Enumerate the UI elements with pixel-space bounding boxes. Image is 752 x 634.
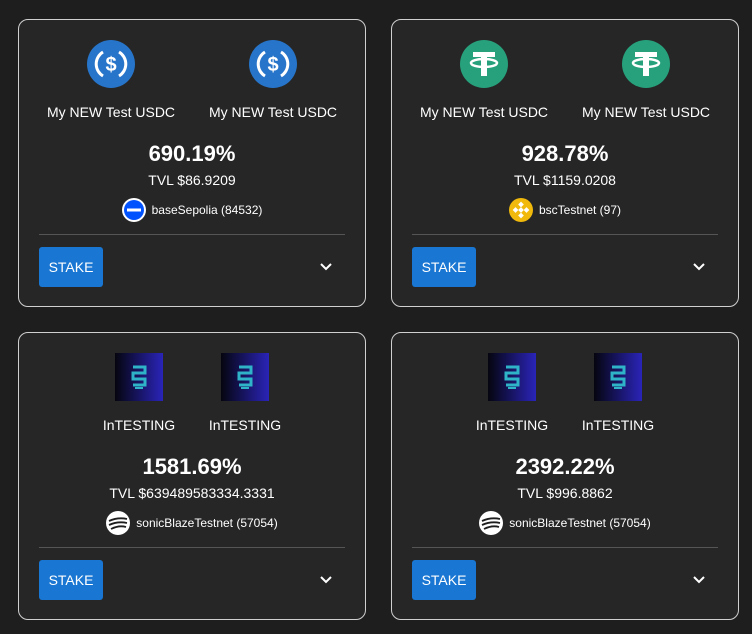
- expand-button[interactable]: [688, 256, 710, 278]
- stake-button[interactable]: STAKE: [412, 560, 476, 600]
- intesting-token-image: [221, 353, 269, 401]
- token-b-name: InTESTING: [208, 417, 282, 433]
- sonic-network-icon: [479, 511, 504, 535]
- intesting-token-image: [115, 353, 163, 401]
- tvl-value: TVL $996.8862: [517, 485, 613, 501]
- pool-card: InTESTING InTESTING 1581.69% TVL $639489…: [18, 332, 366, 620]
- usdc-icon: $: [87, 40, 135, 88]
- apr-value: 2392.22%: [515, 454, 615, 479]
- tether-icon: [622, 40, 670, 88]
- tether-icon: [460, 40, 508, 88]
- bnb-network-icon: [508, 198, 533, 222]
- divider: [39, 547, 345, 548]
- svg-text:$: $: [105, 54, 116, 76]
- stake-button[interactable]: STAKE: [39, 247, 103, 287]
- usdc-icon: $: [249, 40, 297, 88]
- base-network-icon: [121, 198, 146, 222]
- token-b-name: InTESTING: [581, 417, 655, 433]
- apr-value: 690.19%: [148, 141, 236, 166]
- token-b: InTESTING: [565, 353, 671, 433]
- divider: [412, 234, 718, 235]
- token-pair: My NEW Test USDC My NEW Test USDC: [392, 40, 738, 120]
- token-a-name: InTESTING: [475, 417, 549, 433]
- network-badge: sonicBlazeTestnet (57054): [392, 511, 738, 535]
- intesting-token-image: [594, 353, 642, 401]
- token-a-name: InTESTING: [102, 417, 176, 433]
- tvl-value: TVL $639489583334.3331: [109, 485, 275, 501]
- sonic-network-icon: [106, 511, 131, 535]
- apr-value: 928.78%: [521, 141, 609, 166]
- expand-button[interactable]: [315, 569, 337, 591]
- chevron-down-icon: [320, 263, 332, 271]
- intesting-token-image: [488, 353, 536, 401]
- divider: [39, 234, 345, 235]
- pool-card: $ My NEW Test USDC $ My NEW Test USDC 69…: [18, 19, 366, 307]
- token-pair: InTESTING InTESTING: [19, 353, 365, 433]
- tvl-value: TVL $1159.0208: [514, 172, 616, 188]
- tvl-value: TVL $86.9209: [148, 172, 236, 188]
- expand-button[interactable]: [315, 256, 337, 278]
- token-pair: InTESTING InTESTING: [392, 353, 738, 433]
- network-badge: bscTestnet (97): [392, 198, 738, 222]
- token-a-name: My NEW Test USDC: [419, 104, 549, 120]
- token-b: InTESTING: [192, 353, 298, 433]
- token-a: My NEW Test USDC: [403, 40, 565, 120]
- network-label: sonicBlazeTestnet (57054): [509, 516, 651, 530]
- stake-button[interactable]: STAKE: [39, 560, 103, 600]
- network-label: baseSepolia (84532): [151, 203, 263, 217]
- stake-button[interactable]: STAKE: [412, 247, 476, 287]
- token-a: InTESTING: [86, 353, 192, 433]
- network-badge: sonicBlazeTestnet (57054): [19, 511, 365, 535]
- chevron-down-icon: [320, 576, 332, 584]
- svg-text:$: $: [267, 54, 278, 76]
- network-badge: baseSepolia (84532): [19, 198, 365, 222]
- network-label: bscTestnet (97): [538, 203, 622, 217]
- pool-card: My NEW Test USDC My NEW Test USDC 928.78…: [391, 19, 739, 307]
- expand-button[interactable]: [688, 569, 710, 591]
- token-b-name: My NEW Test USDC: [581, 104, 711, 120]
- token-a: InTESTING: [459, 353, 565, 433]
- divider: [412, 547, 718, 548]
- token-a-name: My NEW Test USDC: [46, 104, 176, 120]
- token-a: $ My NEW Test USDC: [30, 40, 192, 120]
- pool-card: InTESTING InTESTING 2392.22% TVL $996.88…: [391, 332, 739, 620]
- chevron-down-icon: [693, 576, 705, 584]
- token-b: $ My NEW Test USDC: [192, 40, 354, 120]
- apr-value: 1581.69%: [142, 454, 242, 479]
- network-label: sonicBlazeTestnet (57054): [136, 516, 278, 530]
- token-b: My NEW Test USDC: [565, 40, 727, 120]
- token-pair: $ My NEW Test USDC $ My NEW Test USDC: [19, 40, 365, 120]
- token-b-name: My NEW Test USDC: [208, 104, 338, 120]
- chevron-down-icon: [693, 263, 705, 271]
